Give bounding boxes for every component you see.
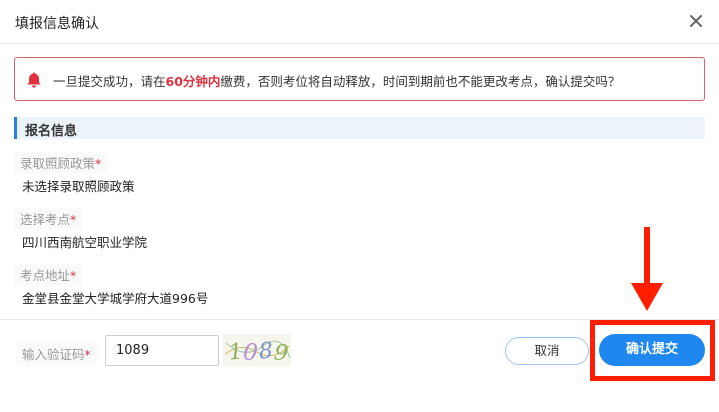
- field-label-policy: 录取照顾政策*: [14, 152, 108, 173]
- captcha-label-text: 输入验证码: [22, 347, 85, 362]
- annotation-highlight-box: [590, 320, 715, 381]
- captcha-input[interactable]: [105, 335, 219, 366]
- notice-highlight: 60分钟内: [165, 74, 221, 89]
- required-mark: *: [70, 212, 77, 227]
- captcha-char: 8: [258, 339, 274, 365]
- field-label-address: 考点地址*: [14, 264, 83, 285]
- required-mark: *: [95, 156, 102, 171]
- field-label-text: 选择考点: [20, 212, 71, 227]
- close-icon[interactable]: [687, 12, 705, 30]
- field-label-text: 录取照顾政策: [20, 156, 96, 171]
- warning-notice: 一旦提交成功，请在60分钟内缴费，否则考位将自动释放，时间到期前也不能更改考点，…: [14, 57, 705, 101]
- dialog-header: 填报信息确认: [0, 0, 719, 44]
- notice-text: 一旦提交成功，请在60分钟内缴费，否则考位将自动释放，时间到期前也不能更改考点，…: [53, 71, 620, 90]
- field-value-address: 金堂县金堂大学城学府大道996号: [22, 291, 209, 306]
- required-mark: *: [84, 347, 91, 362]
- notice-text-before: 一旦提交成功，请在: [53, 74, 166, 89]
- field-value-exam-site: 四川西南航空职业学院: [22, 235, 148, 250]
- dialog-title: 填报信息确认: [15, 16, 99, 32]
- cancel-button[interactable]: 取消: [505, 337, 589, 365]
- annotation-arrow-icon: [629, 227, 665, 311]
- field-value-policy: 未选择录取照顾政策: [22, 179, 135, 194]
- notice-text-after: 缴费，否则考位将自动释放，时间到期前也不能更改考点，确认提交吗？: [220, 74, 621, 89]
- bell-icon: [25, 71, 43, 89]
- captcha-char: 0: [242, 339, 258, 366]
- section-title: 报名信息: [25, 124, 78, 139]
- section-header: 报名信息: [14, 117, 705, 139]
- required-mark: *: [70, 268, 77, 283]
- field-label-text: 考点地址: [20, 268, 71, 283]
- captcha-image[interactable]: 1 0 8 9: [223, 334, 291, 367]
- confirm-dialog: 填报信息确认 一旦提交成功，请在60分钟内缴费，否则考位将自动释放，时间到期前也…: [0, 0, 719, 412]
- field-label-exam-site: 选择考点*: [14, 208, 83, 229]
- captcha-label: 输入验证码*: [16, 343, 97, 364]
